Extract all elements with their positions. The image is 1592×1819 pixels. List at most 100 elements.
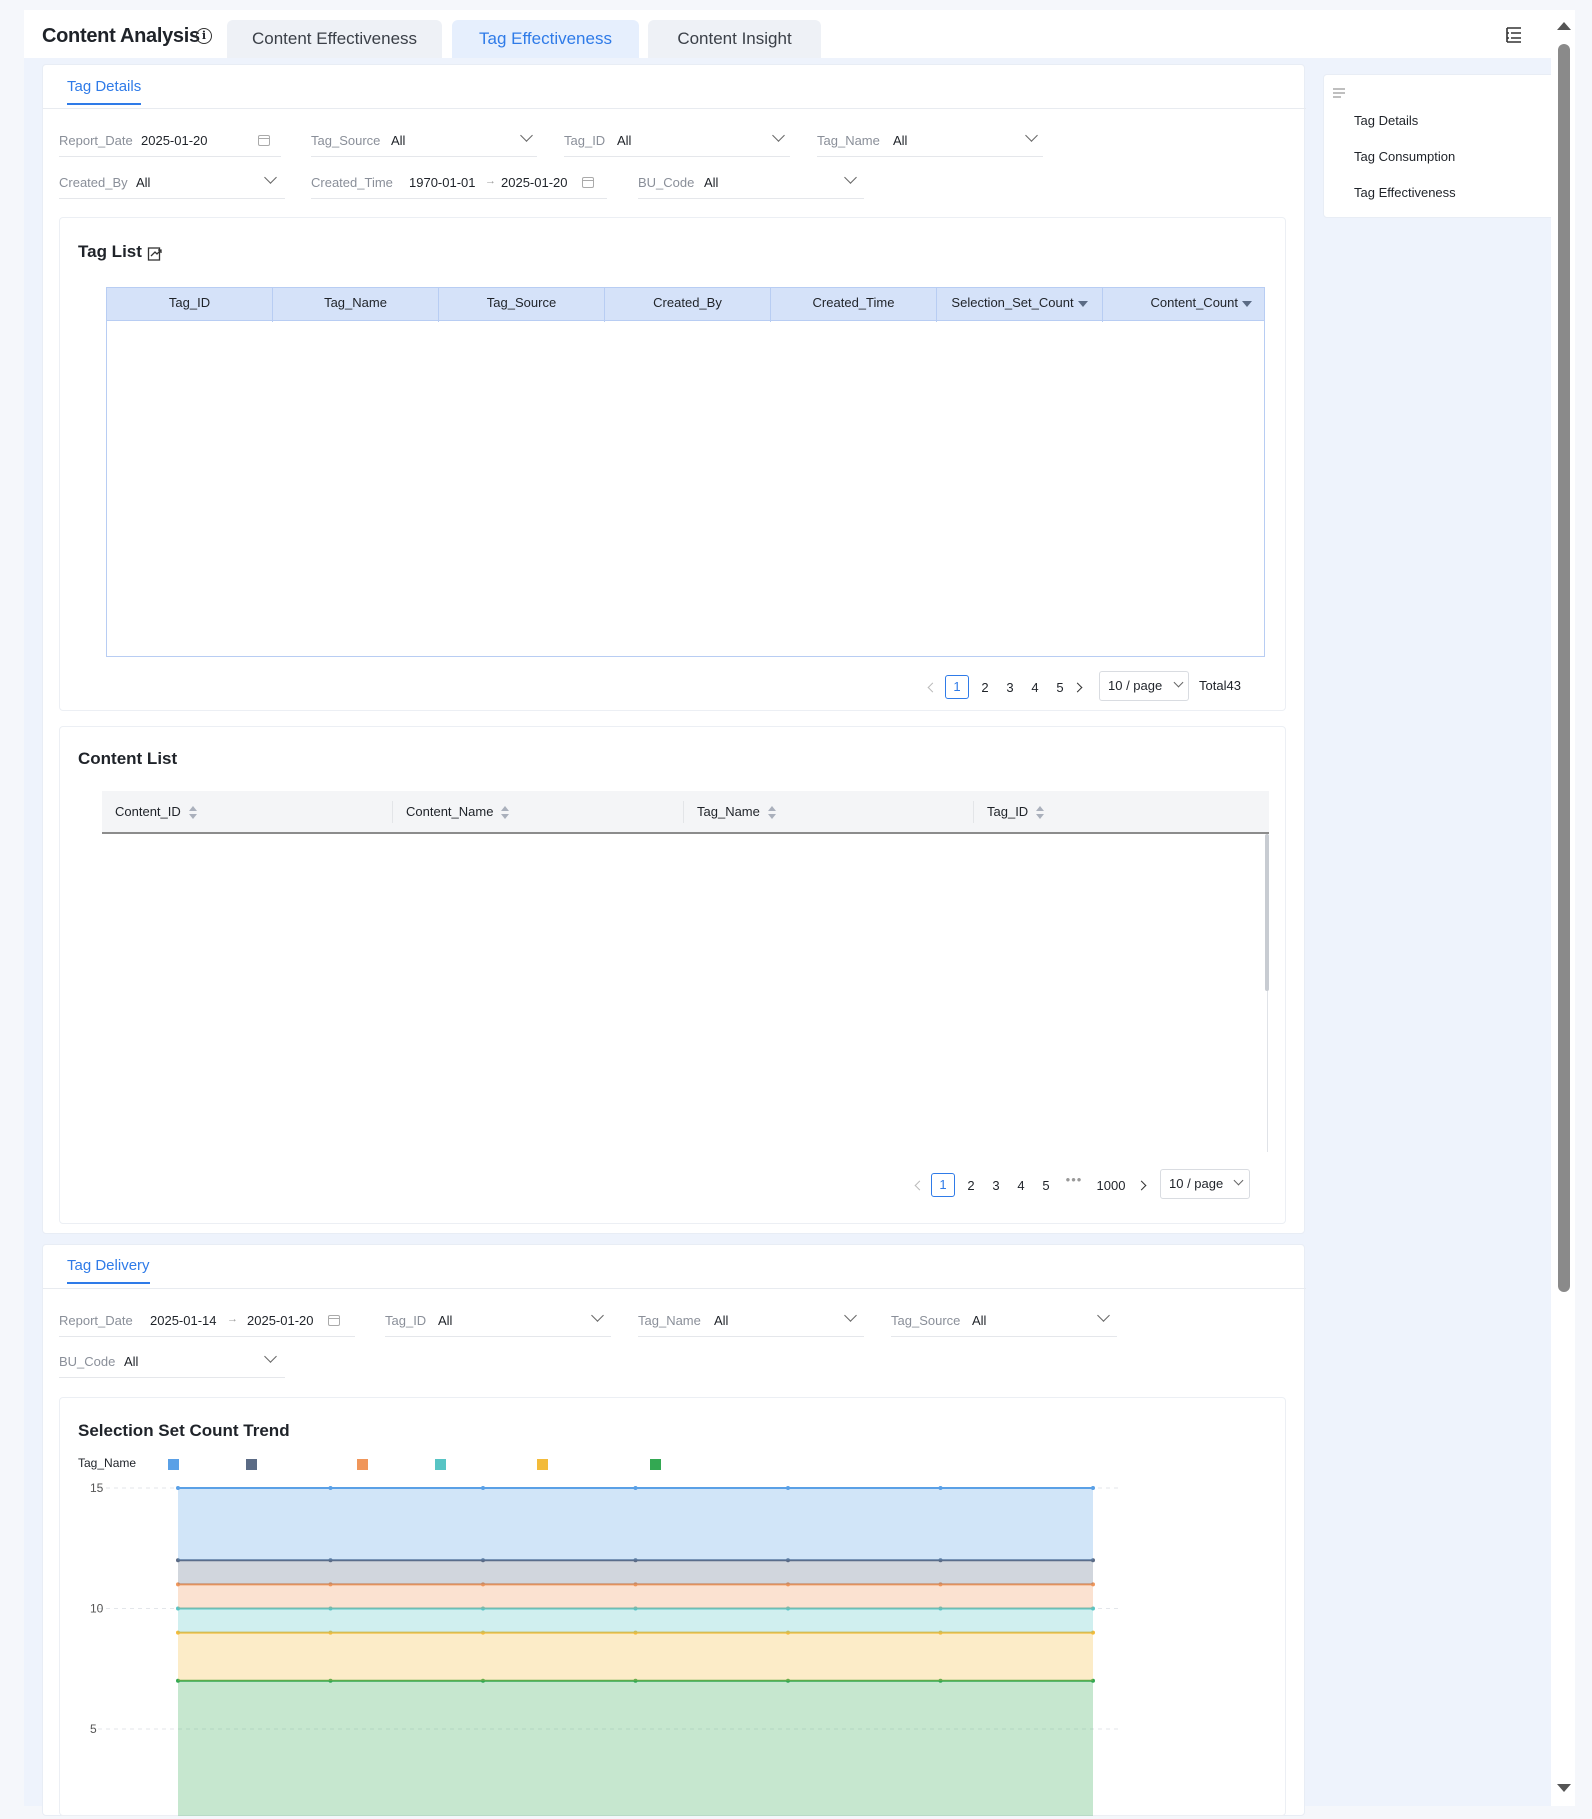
data-point[interactable] [1091,1486,1095,1490]
area-series-3[interactable] [178,1608,1093,1633]
scroll-up-icon[interactable] [1557,22,1571,30]
tag-source-select[interactable]: All [391,133,405,148]
data-point[interactable] [328,1486,333,1490]
area-series-2[interactable] [178,1632,1093,1681]
top-bar: Content Analysis i Content Effectiveness… [24,10,1551,58]
col-tag-source[interactable]: Tag_Source [439,288,605,322]
data-point[interactable] [786,1486,790,1490]
outline-toggle-icon[interactable] [1503,24,1525,46]
created-time-end[interactable]: 2025-01-20 [501,175,568,190]
data-point[interactable] [481,1486,485,1490]
col-tag-id[interactable]: Tag_ID [107,288,273,322]
col-tag-name[interactable]: Tag_Name [697,791,776,832]
report-date-start[interactable]: 2025-01-14 [150,1313,217,1328]
page-3[interactable]: 3 [1003,680,1017,695]
sort-icon[interactable] [188,805,197,820]
created-by-label: Created_By [59,175,128,190]
scroll-down-icon[interactable] [1557,1784,1571,1792]
legend-swatch-6[interactable] [650,1459,661,1470]
page-size-select[interactable]: 10 / page [1160,1169,1250,1199]
tab-tag-effectiveness[interactable]: Tag Effectiveness [452,20,639,58]
col-content-name[interactable]: Content_Name [406,791,510,832]
created-by-select[interactable]: All [136,175,150,190]
tag-name-select[interactable]: All [714,1313,728,1328]
chevron-down-icon[interactable] [1173,677,1184,688]
col-selection-set-count[interactable]: Selection_Set_Count [937,288,1103,322]
sort-down-icon[interactable] [1077,300,1088,307]
col-created-time[interactable]: Created_Time [771,288,937,322]
y-tick-label: 10 [90,1602,104,1616]
col-content-name-label: Content_Name [406,804,494,819]
created-time-start[interactable]: 1970-01-01 [409,175,476,190]
tag-id-select[interactable]: All [438,1313,452,1328]
page-5[interactable]: 5 [1053,680,1067,695]
outline-item-tag-consumption[interactable]: Tag Consumption [1354,149,1455,164]
page-last[interactable]: 1000 [1095,1178,1127,1193]
sort-down-icon[interactable] [1242,300,1252,307]
tag-table-header: Tag_ID Tag_Name Tag_Source Created_By Cr… [106,287,1265,322]
area-series-5[interactable] [178,1560,1093,1585]
legend-swatch-5[interactable] [537,1459,548,1470]
info-icon[interactable]: i [196,28,212,44]
chevron-down-icon[interactable] [1233,1175,1244,1186]
calendar-icon[interactable] [328,1315,340,1326]
trend-chart-title: Selection Set Count Trend [78,1421,290,1440]
calendar-icon[interactable] [258,135,270,146]
report-date-label: Report_Date [59,133,133,148]
content-table-scrollbar[interactable] [1265,834,1269,991]
range-arrow-icon: → [485,175,496,187]
scrollbar-thumb[interactable] [1558,44,1570,1292]
tag-id-select[interactable]: All [617,133,631,148]
area-series-4[interactable] [178,1584,1093,1609]
tab-content-effectiveness[interactable]: Content Effectiveness [227,20,442,58]
sort-icon[interactable] [1036,805,1045,820]
export-icon[interactable] [147,245,165,263]
tab-tag-delivery[interactable]: Tag Delivery [67,1257,150,1284]
col-tag-name[interactable]: Tag_Name [273,288,439,322]
outline-item-tag-effectiveness[interactable]: Tag Effectiveness [1354,185,1456,200]
legend-swatch-3[interactable] [357,1459,368,1470]
legend-swatch-4[interactable] [435,1459,446,1470]
report-date-value[interactable]: 2025-01-20 [141,133,208,148]
area-series-6[interactable] [178,1488,1093,1561]
tag-source-label: Tag_Source [891,1313,961,1328]
report-date-end[interactable]: 2025-01-20 [247,1313,314,1328]
sort-icon[interactable] [501,805,510,820]
col-created-by[interactable]: Created_By [605,288,771,322]
report-date-label: Report_Date [59,1313,133,1328]
area-series-1[interactable] [178,1680,1093,1816]
outline-item-tag-details[interactable]: Tag Details [1354,113,1418,128]
data-point[interactable] [633,1486,638,1490]
page-4[interactable]: 4 [1014,1178,1028,1193]
page-size-select[interactable]: 10 / page [1099,671,1189,701]
page-5[interactable]: 5 [1039,1178,1053,1193]
total-count: Total43 [1199,678,1241,693]
col-content-count[interactable]: Content_Count [1103,288,1264,322]
tag-source-select[interactable]: All [972,1313,986,1328]
calendar-icon[interactable] [582,177,594,188]
tag-name-select[interactable]: All [893,133,907,148]
page-ellipsis[interactable]: ••• [1062,1172,1086,1187]
col-content-id[interactable]: Content_ID [115,791,197,832]
col-tag-id[interactable]: Tag_ID [987,791,1045,832]
page-2[interactable]: 2 [978,680,992,695]
bu-code-select[interactable]: All [704,175,718,190]
data-point[interactable] [938,1486,943,1490]
content-table-header: Content_ID Content_Name Tag_Name Tag_ID [102,791,1269,834]
page-scrollbar[interactable] [1551,10,1575,1806]
tab-content-insight[interactable]: Content Insight [648,20,821,58]
data-point[interactable] [176,1486,180,1490]
page-2[interactable]: 2 [964,1178,978,1193]
tab-tag-details[interactable]: Tag Details [67,78,142,105]
legend-swatch-2[interactable] [246,1459,257,1470]
legend-swatch-1[interactable] [168,1459,179,1470]
menu-icon[interactable] [1332,87,1346,99]
tag-table-body [106,321,1265,657]
page-1[interactable]: 1 [945,675,969,699]
page-3[interactable]: 3 [989,1178,1003,1193]
bu-code-select[interactable]: All [124,1354,138,1369]
col-content-count-label: Content_Count [1150,295,1238,310]
sort-icon[interactable] [767,805,776,820]
page-4[interactable]: 4 [1028,680,1042,695]
page-1[interactable]: 1 [931,1173,955,1197]
